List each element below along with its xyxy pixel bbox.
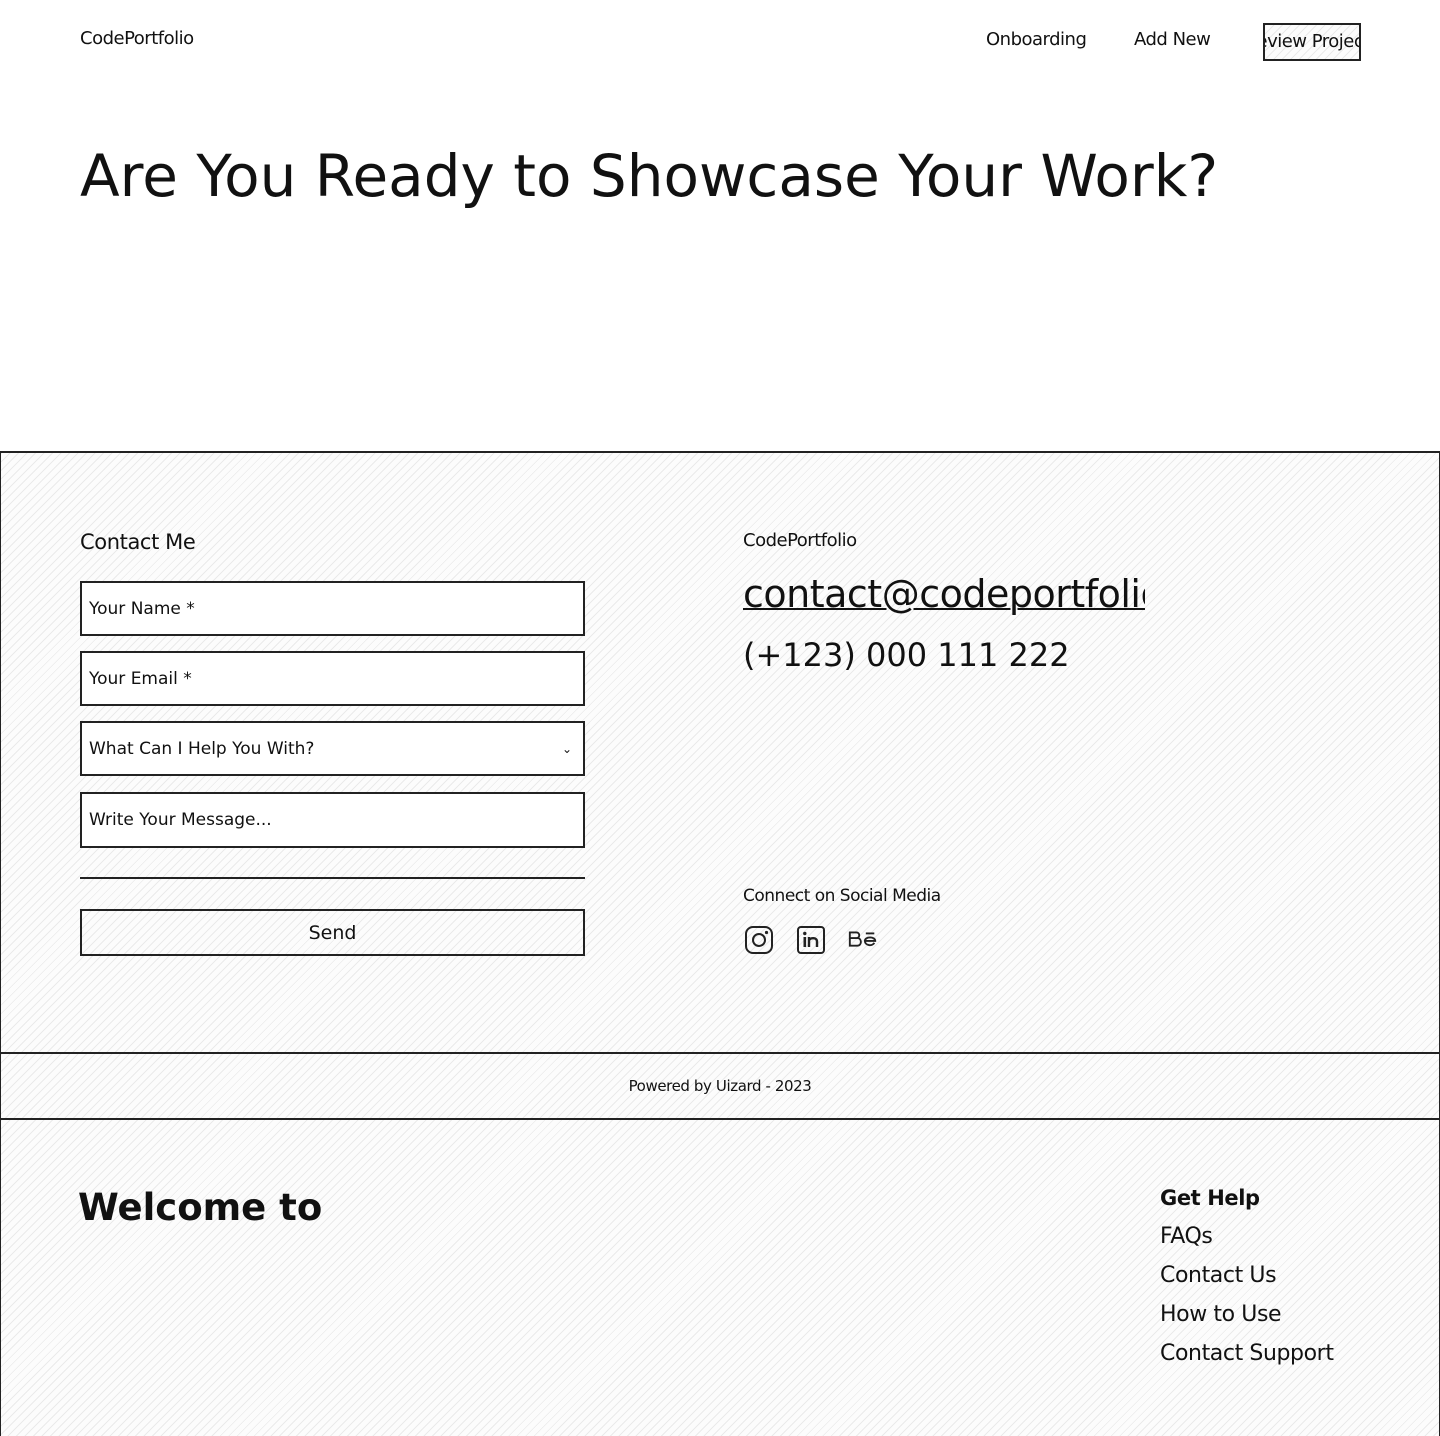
social-heading: Connect on Social Media <box>743 886 941 906</box>
instagram-icon[interactable] <box>743 924 775 956</box>
nav-link-onboarding[interactable]: Onboarding <box>986 29 1087 50</box>
powered-text: Powered by Uizard - 2023 <box>628 1077 812 1095</box>
send-button[interactable]: Send <box>80 909 585 956</box>
email-field[interactable] <box>80 651 585 706</box>
message-field[interactable] <box>80 792 585 848</box>
contact-brand: CodePortfolio <box>743 530 857 551</box>
contact-phone: (+123) 000 111 222 <box>743 636 1070 674</box>
social-icons <box>743 924 879 956</box>
contact-heading: Contact Me <box>80 530 196 554</box>
powered-bar: Powered by Uizard - 2023 <box>0 1052 1440 1120</box>
footer-help-heading: Get Help <box>1160 1186 1260 1210</box>
chevron-down-icon: ⌄ <box>561 741 572 756</box>
brand-logo[interactable]: CodePortfolio <box>80 28 194 49</box>
review-projects-button[interactable]: Review Projects <box>1263 23 1361 61</box>
footer-link-faqs[interactable]: FAQs <box>1160 1224 1213 1249</box>
footer-link-contact-us[interactable]: Contact Us <box>1160 1263 1277 1288</box>
behance-icon[interactable] <box>847 924 879 956</box>
hero-title: Are You Ready to Showcase Your Work? <box>80 142 1219 210</box>
nav-link-add-new[interactable]: Add New <box>1134 29 1211 50</box>
footer-link-how-to-use[interactable]: How to Use <box>1160 1302 1282 1327</box>
footer-welcome: Welcome to <box>78 1186 323 1229</box>
name-field[interactable] <box>80 581 585 636</box>
help-topic-select-value: What Can I Help You With? <box>89 738 315 759</box>
review-projects-label: Review Projects <box>1265 31 1359 52</box>
linkedin-icon[interactable] <box>795 924 827 956</box>
contact-email-link[interactable]: contact@codeportfolio.com <box>743 572 1145 616</box>
form-divider <box>80 877 585 879</box>
help-topic-select[interactable]: What Can I Help You With? ⌄ <box>80 721 585 776</box>
footer-link-contact-support[interactable]: Contact Support <box>1160 1341 1334 1366</box>
